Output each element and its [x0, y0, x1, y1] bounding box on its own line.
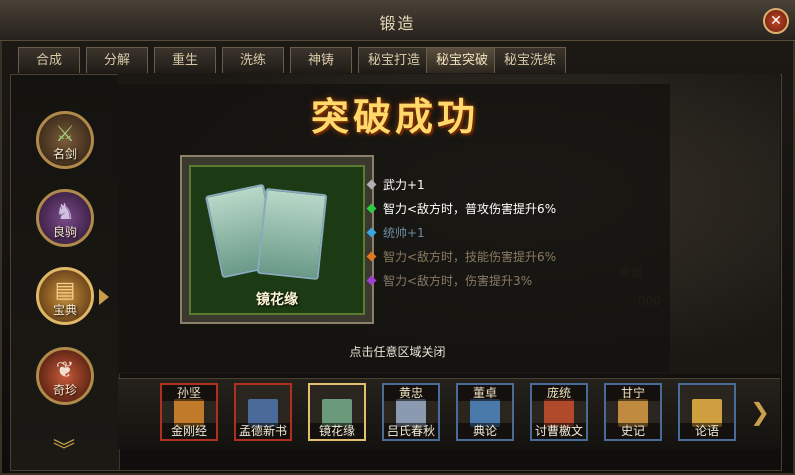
tab-treasure-forge[interactable]: 秘宝打造: [358, 47, 430, 73]
category-fine-horse[interactable]: ♞ 良驹: [36, 189, 94, 247]
item-slot[interactable]: 孟德新书: [234, 383, 292, 441]
stat-line: 智力<敌方时，技能伤害提升6%: [366, 248, 556, 265]
tab-refine[interactable]: 洗练: [222, 47, 284, 73]
item-label: 论语: [680, 423, 734, 439]
item-owner: 甘宁: [606, 385, 660, 401]
category-label: 名剑: [52, 147, 77, 161]
tab-divine-cast[interactable]: 神铸: [290, 47, 352, 73]
close-hint: 点击任意区域关闭: [349, 345, 446, 359]
item-owner: 孙坚: [162, 385, 216, 401]
item-label: 孟德新书: [236, 423, 290, 439]
title-bar: 锻造 ✕: [0, 0, 795, 41]
diamond-bullet-icon: [366, 227, 377, 238]
category-treasure-book[interactable]: ▤ 宝典: [36, 267, 94, 325]
item-label: 吕氏春秋: [384, 423, 438, 439]
category-sidebar: ⚔ 名剑 ♞ 良驹 ▤ 宝典 ❦ 奇珍 ︾: [11, 75, 120, 470]
success-banner: 突破成功: [250, 80, 540, 139]
item-slot[interactable]: 甘宁 史记: [604, 383, 662, 441]
tab-treasure-refine[interactable]: 秘宝洗练: [494, 47, 566, 73]
scroll-icon: ▤: [54, 278, 76, 303]
book-icon: [256, 187, 328, 281]
item-slot-selected[interactable]: 镜花缘: [308, 383, 366, 441]
chevron-down-icon[interactable]: ︾: [53, 433, 75, 465]
tab-synthesize[interactable]: 合成: [18, 47, 80, 73]
item-name: 镜花缘: [256, 292, 298, 308]
stat-line: 统帅+1: [366, 224, 425, 241]
item-slot[interactable]: 孙坚 金刚经: [160, 383, 218, 441]
item-slot[interactable]: 黄忠 吕氏春秋: [382, 383, 440, 441]
item-owner: 董卓: [458, 385, 512, 401]
stat-line: 智力<敌方时，普攻伤害提升6%: [366, 200, 556, 217]
tab-rebirth[interactable]: 重生: [154, 47, 216, 73]
item-owner: 庞统: [532, 385, 586, 401]
item-owner: 黄忠: [384, 385, 438, 401]
diamond-bullet-icon: [366, 203, 377, 214]
horse-icon: ♞: [55, 200, 75, 225]
category-label: 奇珍: [52, 383, 77, 397]
tab-decompose[interactable]: 分解: [86, 47, 148, 73]
stat-line: 智力<敌方时，伤害提升3%: [366, 272, 532, 289]
category-famous-sword[interactable]: ⚔ 名剑: [36, 111, 94, 169]
tab-treasure-breakthrough[interactable]: 秘宝突破: [426, 47, 498, 73]
feather-icon: ❦: [55, 358, 75, 383]
item-card: 镜花缘: [189, 165, 365, 315]
item-label: 镜花缘: [310, 423, 364, 439]
item-slot[interactable]: 论语: [678, 383, 736, 441]
item-slot[interactable]: 庞统 讨曹檄文: [530, 383, 588, 441]
item-card-frame: 镜花缘: [180, 155, 374, 324]
selected-indicator: [99, 289, 109, 305]
diamond-bullet-icon: [366, 275, 377, 286]
diamond-bullet-icon: [366, 179, 377, 190]
item-slot[interactable]: 董卓 典论: [456, 383, 514, 441]
category-label: 良驹: [52, 225, 77, 239]
item-label: 典论: [458, 423, 512, 439]
item-label: 史记: [606, 423, 660, 439]
item-label: 讨曹檄文: [532, 423, 586, 439]
diamond-bullet-icon: [366, 251, 377, 262]
category-label: 宝典: [52, 303, 77, 317]
item-label: 金刚经: [162, 423, 216, 439]
banner-title: 突破成功: [310, 94, 479, 139]
close-icon[interactable]: ✕: [763, 8, 789, 34]
chevron-right-icon[interactable]: ❯: [750, 398, 770, 426]
stat-line: 武力+1: [366, 176, 425, 193]
sword-icon: ⚔: [55, 122, 75, 147]
window-title: 锻造: [379, 14, 416, 33]
